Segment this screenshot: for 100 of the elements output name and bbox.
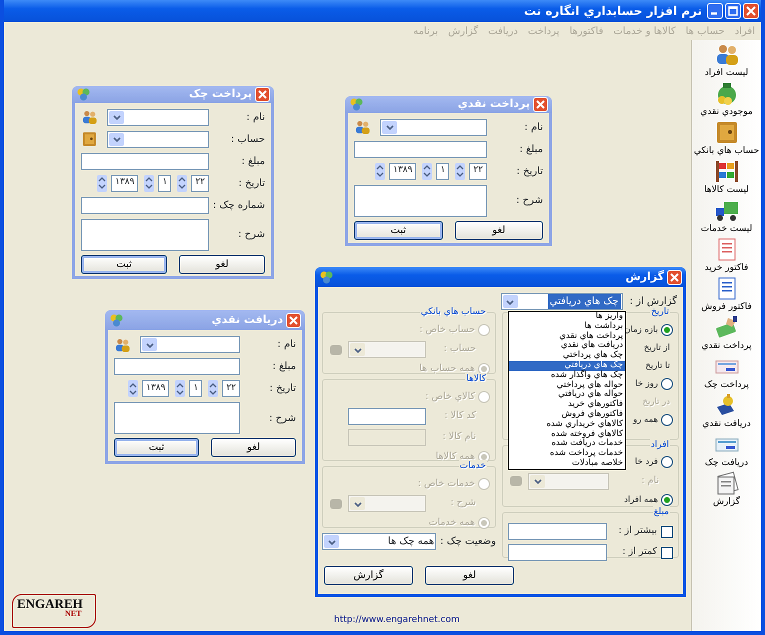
sidebar-item[interactable]: ليست افراد [692, 42, 762, 81]
spin-field[interactable]: ۱ [158, 174, 172, 192]
spin-button[interactable] [208, 380, 218, 397]
spin-button[interactable] [144, 174, 154, 192]
radio-button[interactable] [661, 494, 673, 506]
app-icon [109, 313, 124, 327]
sidebar-item[interactable]: پرداخت چک [692, 354, 762, 393]
dropdown-option[interactable]: چک هاي دريافتي [509, 360, 625, 371]
sidebar-item[interactable]: گزارش [692, 471, 762, 510]
updown-icon [456, 164, 464, 178]
spin-button[interactable] [97, 174, 108, 192]
close-button[interactable] [533, 96, 548, 112]
dropdown-arrow-button[interactable] [382, 120, 397, 134]
radio-button[interactable] [661, 378, 673, 390]
field-label: شرح : [515, 194, 543, 208]
spin-button[interactable] [128, 380, 138, 397]
group-title: تاريخ [650, 306, 670, 320]
radio-label: همه رو [633, 414, 658, 426]
field-label: حساب : [442, 342, 476, 356]
updown-icon [178, 176, 186, 190]
sidebar-item[interactable]: دريافت نقدي [692, 393, 762, 432]
dropdown-arrow-button[interactable] [109, 132, 124, 146]
sidebar-item[interactable]: فاكتور فروش [692, 276, 762, 315]
spin-field[interactable]: ۱۳۸۹ [142, 380, 170, 397]
text-field[interactable] [81, 196, 209, 214]
minimize-button[interactable] [707, 3, 723, 19]
field-label: نام : [523, 120, 543, 134]
dialog-button[interactable]: ثبت [81, 254, 167, 274]
dialog-button[interactable]: ثبت [354, 220, 442, 240]
text-field[interactable] [114, 358, 240, 375]
dialog-button[interactable]: لغو [425, 566, 514, 585]
radio-button[interactable] [661, 414, 673, 426]
field-label: تاريخ : [268, 382, 296, 396]
close-icon [536, 100, 545, 109]
text-field[interactable] [354, 140, 487, 158]
close-button[interactable] [255, 86, 270, 102]
updown-icon [98, 176, 106, 190]
sidebar-item[interactable]: ليست كالاها [692, 159, 762, 198]
updown-icon [129, 382, 138, 396]
combo-box[interactable] [107, 130, 209, 148]
sidebar-item[interactable]: موجودي نقدي [692, 81, 762, 120]
dropdown-arrow-button[interactable] [142, 338, 157, 351]
sidebar-item[interactable]: دريافت چک [692, 432, 762, 471]
spin-button[interactable] [375, 162, 386, 180]
text-field[interactable] [81, 152, 209, 170]
dialog-button[interactable]: گزارش [324, 566, 413, 585]
checkbox[interactable] [661, 546, 673, 558]
spin-button[interactable] [422, 162, 432, 180]
window-title: نرم افزار حسابداري انگاره نت [524, 3, 702, 20]
website-link[interactable]: http://www.engarehnet.com [334, 614, 460, 627]
spin-button[interactable] [455, 162, 466, 180]
combo-box[interactable]: چک هاي دريافتي [500, 293, 623, 310]
combo-box[interactable]: همه چک ها [322, 533, 436, 550]
updown-icon [176, 382, 184, 396]
radio-label: كالاي خاص : [425, 390, 475, 404]
combo-box[interactable] [107, 108, 209, 126]
spin-button[interactable] [175, 380, 186, 397]
radio-label: همه كالاها [436, 450, 475, 462]
spin-field[interactable]: ۲۲ [191, 174, 209, 192]
sidebar-item[interactable]: پرداخت نقدي [692, 315, 762, 354]
field-label: نام : [276, 338, 296, 352]
memo-field[interactable] [81, 218, 209, 250]
text-field[interactable] [508, 523, 607, 540]
dialog-button[interactable]: لغو [454, 220, 543, 240]
app-icon [319, 270, 334, 284]
spin-field[interactable]: ۲۲ [222, 380, 240, 397]
combo-box[interactable] [380, 118, 487, 136]
text-field[interactable] [508, 544, 607, 561]
field-label: تا تاريخ [645, 360, 670, 372]
memo-field[interactable] [114, 402, 240, 434]
dialog-button[interactable]: لغو [211, 438, 296, 457]
dialog-button[interactable]: ثبت [114, 438, 199, 457]
group-title: حساب هاي بانكي [420, 306, 487, 320]
spin-field[interactable]: ۲۲ [469, 162, 487, 180]
checkbox[interactable] [661, 526, 673, 538]
group-title: مبلغ [652, 506, 670, 520]
maximize-button[interactable] [725, 3, 741, 19]
spin-field[interactable]: ۱۳۸۹ [111, 174, 138, 192]
close-button[interactable] [667, 270, 682, 284]
spin-button[interactable] [177, 174, 188, 192]
spin-field[interactable]: ۱ [189, 380, 202, 397]
safe-icon [81, 131, 99, 147]
dropdown-arrow-button[interactable] [109, 110, 124, 124]
combo-box[interactable] [140, 336, 240, 353]
memo-field[interactable] [354, 184, 487, 216]
radio-button[interactable] [661, 456, 673, 468]
close-button[interactable] [286, 312, 301, 328]
engareh-logo: ENGAREH NET [12, 594, 96, 628]
people-icon [81, 109, 99, 125]
spin-field[interactable]: ۱۳۸۹ [389, 162, 416, 180]
dropdown-arrow-button[interactable] [324, 535, 339, 548]
sidebar-item[interactable]: حساب هاي بانكي [692, 120, 762, 159]
dropdown-arrow-button[interactable] [502, 295, 518, 308]
sidebar-item[interactable]: فاكتور خريد [692, 237, 762, 276]
sidebar-item[interactable]: ليست خدمات [692, 198, 762, 237]
field-label: كد كالا : [443, 409, 476, 424]
dialog-button[interactable]: لغو [179, 254, 265, 274]
close-button[interactable] [743, 3, 759, 19]
radio-button[interactable] [661, 324, 673, 336]
spin-field[interactable]: ۱ [436, 162, 450, 180]
